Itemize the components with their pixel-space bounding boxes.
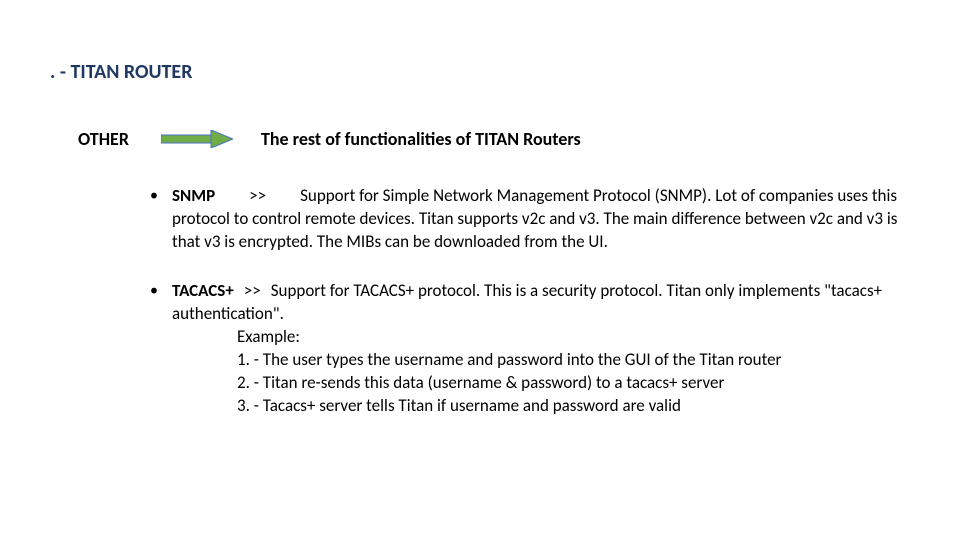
bullet-list: • SNMP>>Support for Simple Network Manag…: [150, 185, 910, 443]
bullet-body: TACACS+ >>Support for TACACS+ protocol. T…: [172, 280, 910, 418]
bullet-desc: Support for TACACS+ protocol. This is a …: [172, 280, 882, 324]
bullet-marker-icon: •: [150, 185, 172, 254]
bullet-sep: >>: [249, 185, 266, 206]
section-label: OTHER: [78, 128, 129, 150]
arrow-body: [161, 135, 211, 143]
section-subtitle: The rest of functionalities of TITAN Rou…: [261, 128, 581, 150]
bullet-sep: >>: [244, 280, 261, 301]
list-item: • SNMP >>Support for Simple Network Manag…: [150, 185, 910, 254]
bullet-marker-icon: •: [150, 280, 172, 418]
section-row: OTHER The rest of functionalities of TIT…: [78, 128, 581, 150]
example-step: 1. - The user types the username and pas…: [172, 349, 910, 372]
example-step: 2. - Titan re-sends this data (username …: [172, 372, 910, 395]
example-label: Example:: [172, 326, 910, 349]
arrow-head: [211, 130, 233, 148]
bullet-body: SNMP >>Support for Simple Network Managem…: [172, 185, 910, 254]
list-item: • TACACS+ >>Support for TACACS+ protocol.…: [150, 280, 910, 418]
slide-title: . - TITAN ROUTER: [50, 60, 192, 84]
bullet-term: TACACS+: [172, 280, 234, 301]
bullet-desc: Support for Simple Network Management Pr…: [172, 185, 897, 252]
example-step: 3. - Tacacs+ server tells Titan if usern…: [172, 395, 910, 418]
bullet-term: SNMP: [172, 185, 215, 206]
arrow-icon: [161, 130, 233, 148]
